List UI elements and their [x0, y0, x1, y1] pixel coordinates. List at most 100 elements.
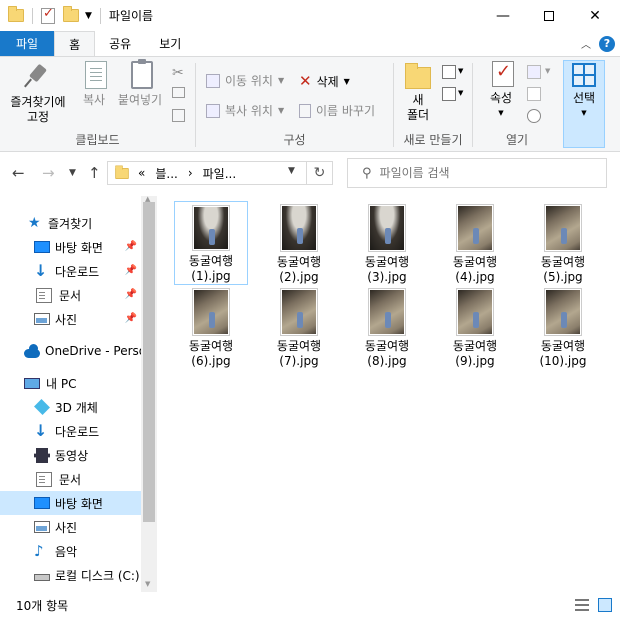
easy-access-icon[interactable] — [442, 87, 456, 101]
chevron-down-icon: ▼ — [277, 106, 285, 115]
search-box[interactable]: ⚲ — [347, 158, 607, 188]
refresh-button[interactable]: ↻ — [306, 162, 332, 184]
edit-icon[interactable] — [527, 87, 541, 101]
file-item[interactable]: 동굴여행 (3).jpg — [350, 201, 424, 285]
forward-button[interactable]: → — [42, 164, 55, 182]
large-icons-view-icon[interactable] — [598, 598, 612, 612]
chevron-up-icon[interactable]: ︿ — [581, 36, 591, 51]
image-thumbnail — [369, 205, 405, 251]
address-dropdown-icon[interactable]: ▼ — [288, 166, 295, 176]
new-item-icon[interactable] — [442, 65, 456, 79]
open-icon[interactable] — [527, 65, 541, 79]
file-item[interactable]: 동굴여행 (8).jpg — [350, 285, 424, 369]
breadcrumb-segment[interactable]: 파일... — [203, 165, 237, 182]
ribbon-tabs: 파일 홈 공유 보기 ︿ ? — [0, 31, 620, 56]
copy-button[interactable]: 복사 — [74, 61, 114, 108]
nav-documents[interactable]: 문서 — [0, 467, 141, 491]
file-name: (2).jpg — [279, 270, 319, 284]
file-item[interactable]: 동굴여행 (6).jpg — [174, 285, 248, 369]
chevron-down-icon[interactable]: ▼ — [458, 89, 463, 97]
nav-local-disk[interactable]: 로컬 디스크 (C:) — [0, 563, 141, 587]
pin-to-quick-access-button[interactable]: 즐겨찾기에 고정 — [6, 61, 70, 125]
tab-file[interactable]: 파일 — [0, 31, 55, 56]
chevron-down-icon[interactable]: ▼ — [545, 67, 550, 75]
paste-shortcut-icon[interactable] — [172, 109, 185, 122]
move-to-button[interactable]: 이동 위치 ▼ — [206, 72, 284, 89]
file-item[interactable]: 동굴여행 (2).jpg — [262, 201, 336, 285]
file-item[interactable]: 동굴여행 (1).jpg — [174, 201, 248, 285]
up-button[interactable]: ↑ — [88, 164, 101, 182]
breadcrumb-segment[interactable]: 블... — [155, 165, 177, 182]
recent-locations-button[interactable]: ▼ — [69, 168, 76, 178]
3d-objects-icon — [34, 399, 50, 415]
nav-scrollbar[interactable]: ▲ ▼ — [141, 196, 157, 592]
copy-path-icon[interactable] — [172, 87, 185, 98]
minimize-button[interactable]: — — [480, 0, 526, 31]
paste-button[interactable]: 붙여넣기 — [114, 59, 166, 108]
copy-to-button[interactable]: 복사 위치 ▼ — [206, 102, 284, 119]
tab-view[interactable]: 보기 — [145, 31, 195, 56]
file-name: (5).jpg — [543, 270, 583, 284]
qat-separator — [32, 7, 33, 24]
help-icon[interactable]: ? — [599, 35, 615, 52]
properties-qat-icon[interactable] — [41, 6, 55, 24]
videos-icon — [34, 447, 50, 463]
rename-button[interactable]: 이름 바꾸기 — [299, 102, 375, 119]
nav-this-pc[interactable]: 내 PC — [0, 371, 141, 395]
file-item[interactable]: 동굴여행 (10).jpg — [526, 285, 600, 369]
move-to-label: 이동 위치 — [225, 74, 273, 88]
scroll-down-icon[interactable]: ▼ — [145, 580, 150, 588]
pin-label: 즐겨찾기에 — [10, 95, 66, 109]
history-icon[interactable] — [527, 109, 541, 123]
nav-pictures-pinned[interactable]: 사진 📌 — [0, 307, 141, 331]
new-folder-qat-icon[interactable] — [63, 6, 79, 22]
pin-label: 고정 — [26, 110, 50, 124]
pin-icon: 📌 — [124, 241, 137, 252]
nav-label: OneDrive - Person — [45, 344, 154, 358]
folder-icon — [8, 6, 24, 22]
breadcrumb-overflow[interactable]: « — [138, 166, 145, 180]
paste-icon — [131, 59, 153, 89]
scrollbar-thumb[interactable] — [143, 202, 155, 522]
back-button[interactable]: ← — [12, 164, 25, 182]
breadcrumb-separator[interactable]: › — [188, 166, 193, 180]
nav-music[interactable]: ♪ 음악 — [0, 539, 141, 563]
maximize-button[interactable] — [526, 0, 572, 31]
qat-dropdown-icon[interactable]: ▼ — [85, 11, 92, 21]
nav-desktop-pinned[interactable]: 바탕 화면 📌 — [0, 235, 141, 259]
search-input[interactable] — [379, 166, 580, 180]
tab-home[interactable]: 홈 — [54, 31, 96, 56]
delete-button[interactable]: ✕ 삭제 ▼ — [299, 72, 350, 90]
select-button[interactable]: 선택 ▼ — [563, 60, 605, 148]
nav-downloads-pinned[interactable]: ↓ 다운로드 📌 — [0, 259, 141, 283]
properties-button[interactable]: 속성 ▼ — [481, 61, 521, 121]
file-item[interactable]: 동굴여행 (5).jpg — [526, 201, 600, 285]
star-icon: ★ — [28, 215, 41, 231]
delete-label: 삭제 — [316, 74, 339, 89]
nav-quick-access[interactable]: ★ 즐겨찾기 — [0, 211, 141, 235]
chevron-down-icon: ▼ — [498, 109, 504, 117]
tab-share[interactable]: 공유 — [95, 31, 145, 56]
close-button[interactable]: ✕ — [572, 0, 618, 31]
nav-3d-objects[interactable]: 3D 개체 — [0, 395, 141, 419]
nav-videos[interactable]: 동영상 — [0, 443, 141, 467]
nav-documents-pinned[interactable]: 문서 📌 — [0, 283, 141, 307]
nav-pictures[interactable]: 사진 — [0, 515, 141, 539]
copy-to-icon — [206, 103, 220, 118]
new-group: 새 폴더 ▼ ▼ 새로 만들기 — [394, 57, 472, 152]
file-item[interactable]: 동굴여행 (7).jpg — [262, 285, 336, 369]
chevron-down-icon[interactable]: ▼ — [458, 67, 463, 75]
nav-desktop[interactable]: 바탕 화면 — [0, 491, 141, 515]
nav-label: 다운로드 — [55, 424, 100, 439]
details-view-icon[interactable] — [575, 599, 589, 611]
file-name: (8).jpg — [367, 354, 407, 368]
nav-onedrive[interactable]: OneDrive - Person — [0, 339, 154, 363]
file-item[interactable]: 동굴여행 (9).jpg — [438, 285, 512, 369]
new-folder-button[interactable]: 새 폴더 — [400, 61, 436, 123]
file-name: (3).jpg — [367, 270, 407, 284]
file-item[interactable]: 동굴여행 (4).jpg — [438, 201, 512, 285]
cut-icon[interactable]: ✂ — [172, 65, 186, 81]
search-icon: ⚲ — [362, 165, 372, 181]
nav-downloads[interactable]: ↓ 다운로드 — [0, 419, 141, 443]
address-bar[interactable]: « 블... › 파일... ▼ ↻ — [107, 161, 333, 185]
